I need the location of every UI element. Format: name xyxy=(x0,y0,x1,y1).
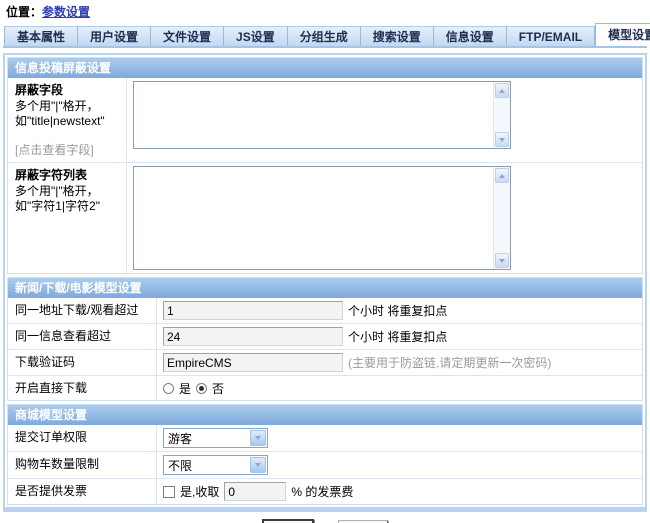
shield-chars-label-cell: 屏蔽字符列表 多个用"|"格开，如"字符1|字符2" xyxy=(8,163,126,273)
invoice-checkbox-label: 是,收取 xyxy=(180,483,219,500)
tab-ftp-email[interactable]: FTP/EMAIL xyxy=(507,26,595,46)
order-auth-label: 提交订单权限 xyxy=(8,425,156,451)
section-news-models: 新闻/下载/电影模型设置 同一地址下载/观看超过 个小时 将重复扣点 同一信息查… xyxy=(7,277,643,401)
section-header-news-models: 新闻/下载/电影模型设置 xyxy=(8,278,642,298)
tab-bar: 基本属性 用户设置 文件设置 JS设置 分组生成 搜索设置 信息设置 FTP/E… xyxy=(4,23,650,46)
breadcrumb-prefix: 位置： xyxy=(6,5,42,19)
same-info-field-cell: 个小时 将重复扣点 xyxy=(156,324,642,349)
same-info-suffix: 个小时 将重复扣点 xyxy=(348,328,447,345)
chevron-down-icon xyxy=(250,430,266,446)
invoice-suffix: % 的发票费 xyxy=(291,483,353,500)
row-direct-download: 开启直接下载 是 否 xyxy=(8,375,642,400)
same-info-input[interactable] xyxy=(163,327,343,346)
shield-fields-textarea[interactable] xyxy=(134,82,493,148)
shield-fields-desc: 多个用"|"格开，如"title|newstext" xyxy=(15,99,124,129)
row-download-key: 下载验证码 (主要用于防盗链,请定期更新一次密码) xyxy=(8,349,642,375)
tab-js-settings[interactable]: JS设置 xyxy=(224,26,288,46)
invoice-checkbox[interactable] xyxy=(163,486,175,498)
cart-limit-label: 购物车数量限制 xyxy=(8,452,156,478)
cart-limit-field-cell: 不限 xyxy=(156,452,642,478)
submit-button[interactable]: 设置 xyxy=(262,519,314,523)
shield-chars-desc: 多个用"|"格开，如"字符1|字符2" xyxy=(15,184,124,214)
tab-info-settings[interactable]: 信息设置 xyxy=(434,26,507,46)
order-auth-select[interactable]: 游客 xyxy=(163,428,268,448)
cart-limit-selected-value: 不限 xyxy=(168,457,192,474)
direct-download-field-cell: 是 否 xyxy=(156,376,642,400)
row-same-info: 同一信息查看超过 个小时 将重复扣点 xyxy=(8,323,642,349)
same-address-suffix: 个小时 将重复扣点 xyxy=(348,302,447,319)
shield-chars-field-cell xyxy=(126,163,642,273)
same-address-field-cell: 个小时 将重复扣点 xyxy=(156,298,642,323)
scroll-down-icon[interactable] xyxy=(495,132,509,147)
download-key-note: (主要用于防盗链,请定期更新一次密码) xyxy=(348,354,551,371)
order-auth-selected-value: 游客 xyxy=(168,430,192,447)
row-invoice: 是否提供发票 是,收取 % 的发票费 xyxy=(8,478,642,504)
direct-download-no-label: 否 xyxy=(212,380,224,397)
section-submission-shield: 信息投稿屏蔽设置 屏蔽字段 多个用"|"格开，如"title|newstext"… xyxy=(7,57,643,274)
direct-download-yes-radio[interactable] xyxy=(163,383,174,394)
view-fields-link[interactable]: [点击查看字段] xyxy=(15,143,124,158)
section-shop-model: 商城模型设置 提交订单权限 游客 购物车数量限制 不限 是否提供发票 xyxy=(7,404,643,505)
breadcrumb: 位置：参数设置 xyxy=(0,0,650,21)
same-address-label: 同一地址下载/观看超过 xyxy=(8,298,156,323)
shield-fields-field-cell xyxy=(126,78,642,162)
action-buttons: 设置 重置 xyxy=(0,519,650,523)
order-auth-field-cell: 游客 xyxy=(156,425,642,451)
shield-chars-label: 屏蔽字符列表 xyxy=(15,168,124,183)
row-cart-limit: 购物车数量限制 不限 xyxy=(8,451,642,478)
invoice-field-cell: 是,收取 % 的发票费 xyxy=(156,479,642,504)
tab-basic[interactable]: 基本属性 xyxy=(4,26,78,46)
same-address-input[interactable] xyxy=(163,301,343,320)
tab-group-generate[interactable]: 分组生成 xyxy=(288,26,361,46)
direct-download-label: 开启直接下载 xyxy=(8,376,156,400)
direct-download-yes-label: 是 xyxy=(179,380,191,397)
cart-limit-select[interactable]: 不限 xyxy=(163,455,268,475)
shield-chars-textarea-box xyxy=(133,166,511,270)
invoice-label: 是否提供发票 xyxy=(8,479,156,504)
tab-file-settings[interactable]: 文件设置 xyxy=(151,26,224,46)
same-info-label: 同一信息查看超过 xyxy=(8,324,156,349)
shield-fields-label: 屏蔽字段 xyxy=(15,83,124,98)
shield-fields-label-cell: 屏蔽字段 多个用"|"格开，如"title|newstext" [点击查看字段] xyxy=(8,78,126,162)
scroll-up-icon[interactable] xyxy=(495,168,509,183)
tab-search-settings[interactable]: 搜索设置 xyxy=(361,26,434,46)
invoice-percent-input[interactable] xyxy=(224,482,286,501)
shield-fields-textarea-box xyxy=(133,81,511,149)
scrollbar[interactable] xyxy=(493,167,510,269)
download-key-input[interactable] xyxy=(163,353,343,372)
scroll-down-icon[interactable] xyxy=(495,253,509,268)
chevron-down-icon xyxy=(250,457,266,473)
row-shield-chars: 屏蔽字符列表 多个用"|"格开，如"字符1|字符2" xyxy=(8,162,642,273)
section-header-shop-model: 商城模型设置 xyxy=(8,405,642,425)
row-shield-fields: 屏蔽字段 多个用"|"格开，如"title|newstext" [点击查看字段] xyxy=(8,78,642,162)
download-key-label: 下载验证码 xyxy=(8,350,156,375)
section-header-submission-shield: 信息投稿屏蔽设置 xyxy=(8,58,642,78)
direct-download-no-radio[interactable] xyxy=(196,383,207,394)
breadcrumb-link-params[interactable]: 参数设置 xyxy=(42,5,90,19)
settings-panel: 信息投稿屏蔽设置 屏蔽字段 多个用"|"格开，如"title|newstext"… xyxy=(3,53,647,512)
tab-model-settings[interactable]: 模型设置 xyxy=(595,23,650,46)
tab-user-settings[interactable]: 用户设置 xyxy=(78,26,151,46)
row-same-address: 同一地址下载/观看超过 个小时 将重复扣点 xyxy=(8,298,642,323)
scrollbar[interactable] xyxy=(493,82,510,148)
scroll-up-icon[interactable] xyxy=(495,83,509,98)
shield-chars-textarea[interactable] xyxy=(134,167,493,269)
row-order-auth: 提交订单权限 游客 xyxy=(8,425,642,451)
download-key-field-cell: (主要用于防盗链,请定期更新一次密码) xyxy=(156,350,642,375)
